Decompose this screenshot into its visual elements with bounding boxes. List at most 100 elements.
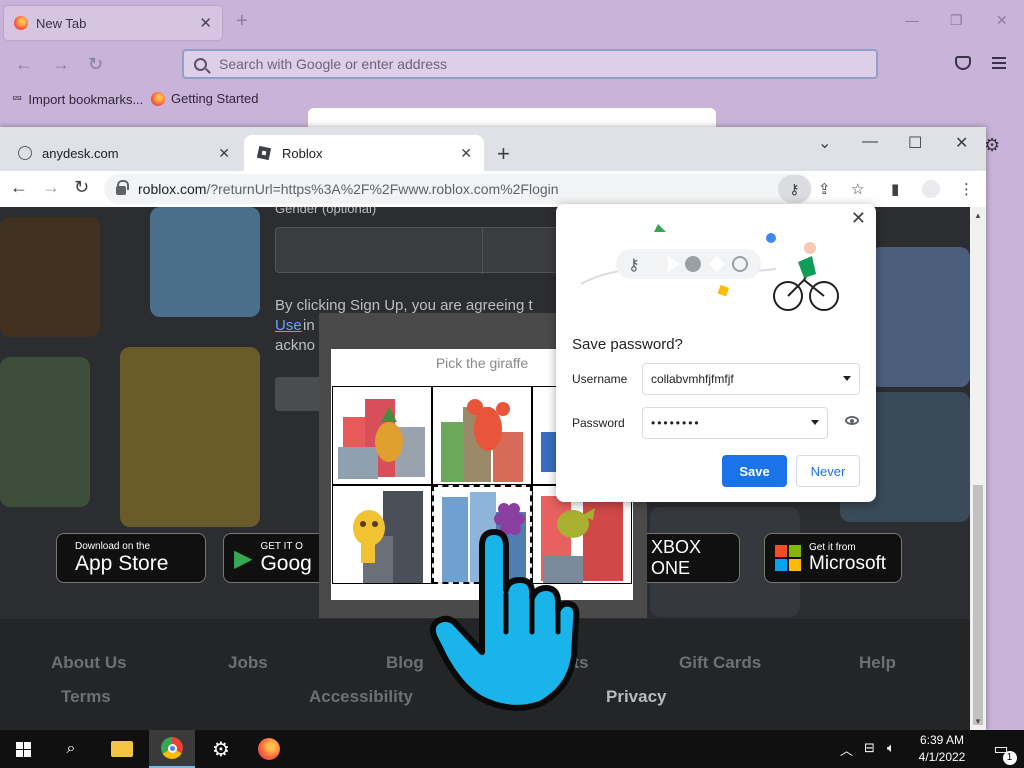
- footer-help[interactable]: Help: [859, 653, 896, 673]
- windows-taskbar: ⌕ ⚙ ︿ ⊟ 🔈︎ 6:39 AM 4/1/2022 ▭ 1: [0, 730, 1024, 768]
- system-clock[interactable]: 6:39 AM 4/1/2022: [912, 732, 972, 766]
- store-big-text: App Store: [75, 551, 169, 575]
- search-icon[interactable]: ⌕: [48, 730, 94, 768]
- file-explorer-icon[interactable]: [99, 730, 145, 768]
- password-field[interactable]: ••••••••: [642, 407, 828, 439]
- restore-icon[interactable]: ❐: [950, 12, 963, 29]
- terms-use-link[interactable]: Use: [275, 317, 302, 334]
- reload-icon[interactable]: ↻: [74, 177, 89, 198]
- gender-selector[interactable]: [275, 227, 575, 274]
- dialog-title: Save password?: [572, 336, 683, 353]
- maximize-icon[interactable]: ☐: [908, 133, 922, 153]
- store-big-text: XBOX ONE: [651, 537, 702, 578]
- back-icon[interactable]: ←: [15, 54, 33, 75]
- firefox-tab-label: New Tab: [36, 15, 87, 31]
- captcha-cell-lobster[interactable]: [432, 386, 532, 485]
- close-window-icon[interactable]: ✕: [955, 133, 968, 153]
- hamburger-menu-icon[interactable]: [992, 57, 1006, 72]
- play-icon: ▶: [234, 544, 253, 572]
- password-illustration: ⚷: [580, 224, 839, 311]
- footer-accessibility[interactable]: Accessibility: [309, 687, 413, 707]
- gear-icon[interactable]: ⚙: [984, 135, 1000, 156]
- save-button[interactable]: Save: [722, 455, 787, 487]
- firefox-icon: [14, 16, 28, 30]
- firefox-icon: [151, 91, 165, 106]
- clock-time: 6:39 AM: [919, 733, 965, 747]
- chrome-address-bar[interactable]: roblox.com/?returnUrl=https%3A%2F%2Fwww.…: [104, 174, 812, 204]
- footer-jobs[interactable]: Jobs: [228, 653, 268, 673]
- footer-privacy[interactable]: Privacy: [606, 687, 667, 707]
- save-password-dialog: ✕ ⚷ Save password? Username collabvmhfjf…: [556, 204, 876, 502]
- start-button[interactable]: [0, 730, 46, 768]
- chevron-up-icon[interactable]: ︿: [840, 740, 853, 759]
- volume-icon[interactable]: 🔈︎: [887, 740, 895, 756]
- signup-button[interactable]: [275, 377, 325, 411]
- firefox-address-bar[interactable]: Search with Google or enter address: [182, 49, 878, 79]
- forward-icon[interactable]: →: [42, 177, 60, 198]
- globe-icon: [18, 146, 32, 160]
- new-tab-icon[interactable]: +: [497, 141, 510, 167]
- footer-about-us[interactable]: About Us: [51, 653, 127, 673]
- bookmark-star-icon[interactable]: ☆: [851, 180, 864, 198]
- minimize-icon[interactable]: —: [862, 133, 878, 151]
- username-value: collabvmhfjfmfjf: [651, 372, 734, 386]
- new-tab-icon[interactable]: +: [236, 10, 248, 33]
- scroll-down-icon[interactable]: ▼: [974, 717, 982, 726]
- store-big-text: Goog: [260, 551, 312, 575]
- key-icon[interactable]: ⚷: [778, 175, 811, 203]
- share-icon[interactable]: ⇪: [818, 180, 831, 198]
- footer-blog[interactable]: Blog: [386, 653, 424, 673]
- microsoft-store-button[interactable]: Get it from Microsoft: [764, 533, 902, 583]
- never-button[interactable]: Never: [796, 455, 860, 487]
- chevron-down-icon[interactable]: [843, 376, 851, 381]
- google-play-button[interactable]: ▶ GET IT O Goog: [223, 533, 333, 583]
- notification-badge: 1: [1002, 751, 1017, 765]
- microsoft-logo-icon: [775, 545, 801, 571]
- pocket-icon[interactable]: [955, 56, 971, 70]
- game-thumbnail: [0, 357, 90, 507]
- chevron-down-icon[interactable]: [811, 420, 819, 425]
- captcha-cell-pineapple[interactable]: [332, 386, 432, 485]
- firefox-window: New Tab ✕ + — ❐ ✕ ← → ↻ Search with Goog…: [0, 0, 1024, 155]
- tab-anydesk[interactable]: anydesk.com ✕: [4, 135, 242, 171]
- network-icon[interactable]: ⊟: [864, 740, 875, 756]
- settings-gear-icon[interactable]: ⚙: [198, 730, 244, 768]
- close-tab-icon[interactable]: ✕: [460, 145, 472, 162]
- firefox-taskbar-icon[interactable]: [246, 730, 292, 768]
- close-window-icon[interactable]: ✕: [996, 12, 1008, 29]
- footer-gift-cards[interactable]: Gift Cards: [679, 653, 761, 673]
- minimize-icon[interactable]: —: [905, 12, 919, 28]
- gender-label: Gender (optional): [275, 207, 377, 216]
- username-field[interactable]: collabvmhfjfmfjf: [642, 363, 860, 395]
- chrome-taskbar-icon[interactable]: [149, 730, 195, 768]
- profile-avatar-icon[interactable]: [922, 180, 940, 198]
- tab-search-icon[interactable]: ⌄: [818, 133, 831, 153]
- xbox-button[interactable]: XBOX ONE: [640, 533, 740, 583]
- back-icon[interactable]: ←: [10, 177, 28, 198]
- hand-pointer-icon: [430, 529, 580, 711]
- close-tab-icon[interactable]: ✕: [199, 14, 212, 32]
- tab-roblox[interactable]: Roblox ✕: [244, 135, 484, 171]
- tab-label: anydesk.com: [42, 145, 119, 161]
- captcha-cell-giraffe[interactable]: [332, 485, 432, 584]
- vertical-scrollbar[interactable]: ▲ ▼: [970, 207, 986, 730]
- eye-icon[interactable]: [845, 416, 859, 425]
- scrollbar-thumb[interactable]: [973, 485, 983, 725]
- footer-terms[interactable]: Terms: [61, 687, 111, 707]
- roblox-icon: [256, 145, 272, 161]
- search-icon: [194, 57, 207, 71]
- bookmark-import[interactable]: ⮹ Import bookmarks...: [12, 91, 143, 107]
- firefox-tab-new-tab[interactable]: New Tab ✕: [4, 6, 222, 40]
- game-thumbnail: [870, 247, 970, 387]
- scroll-up-icon[interactable]: ▲: [974, 211, 982, 220]
- chrome-tab-bar: anydesk.com ✕ Roblox ✕ + ⌄ — ☐ ✕: [0, 127, 986, 171]
- address-placeholder: Search with Google or enter address: [219, 56, 448, 72]
- close-tab-icon[interactable]: ✕: [218, 145, 230, 162]
- reload-icon[interactable]: ↻: [88, 54, 103, 75]
- forward-icon[interactable]: →: [52, 54, 70, 75]
- side-panel-icon[interactable]: ▮: [891, 180, 899, 198]
- app-store-button[interactable]: Download on the App Store: [56, 533, 206, 583]
- more-menu-icon[interactable]: ⋮: [959, 180, 974, 198]
- bookmark-getting-started[interactable]: Getting Started: [151, 91, 258, 106]
- notification-center-icon[interactable]: ▭ 1: [978, 730, 1024, 768]
